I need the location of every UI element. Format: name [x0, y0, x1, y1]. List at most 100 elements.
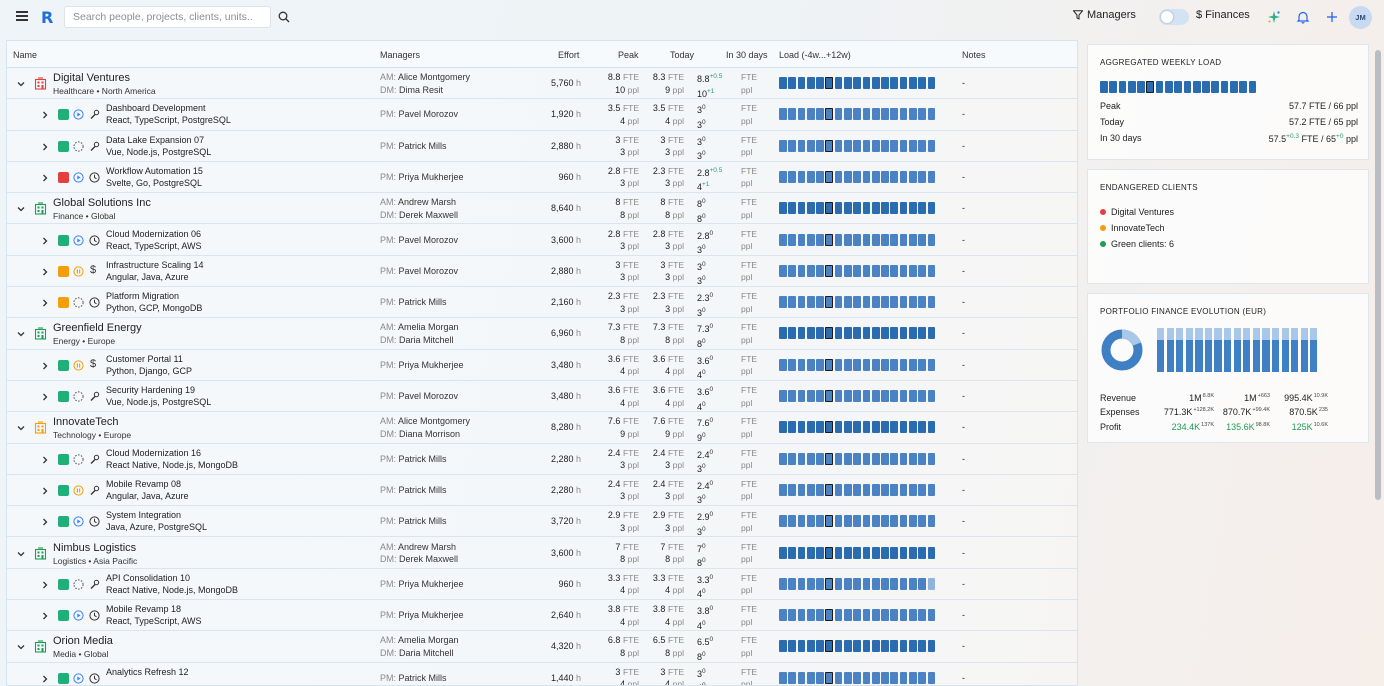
- load-bar[interactable]: [899, 421, 908, 434]
- load-bar[interactable]: [881, 77, 889, 89]
- app-logo[interactable]: R: [41, 8, 53, 27]
- finance-bar[interactable]: [1214, 328, 1222, 372]
- load-bar[interactable]: [853, 640, 861, 653]
- load-bar[interactable]: [918, 108, 926, 121]
- project-name[interactable]: Analytics Refresh 12: [106, 667, 189, 677]
- load-bar[interactable]: [918, 390, 926, 402]
- load-bar[interactable]: [918, 483, 926, 496]
- finance-bar[interactable]: [1243, 328, 1251, 372]
- load-bar[interactable]: [881, 452, 889, 465]
- col-effort[interactable]: Effort: [558, 50, 579, 60]
- load-bar[interactable]: [816, 296, 824, 309]
- load-bar[interactable]: [779, 264, 787, 277]
- load-bar[interactable]: [788, 421, 796, 434]
- load-bar[interactable]: [918, 546, 926, 559]
- load-bar[interactable]: [853, 577, 861, 590]
- load-bar[interactable]: [890, 421, 899, 434]
- load-bar[interactable]: [881, 640, 889, 653]
- load-bar[interactable]: [908, 390, 917, 402]
- notes-cell[interactable]: -: [962, 548, 965, 558]
- project-name[interactable]: API Consolidation 10: [106, 573, 190, 583]
- aggregated-load-bar[interactable]: [1202, 81, 1210, 93]
- load-bar[interactable]: [927, 358, 936, 371]
- load-bar[interactable]: [825, 77, 834, 89]
- load-bar[interactable]: [788, 483, 796, 496]
- load-bar[interactable]: [853, 139, 861, 152]
- load-bar[interactable]: [862, 77, 871, 89]
- chevron-right-icon[interactable]: [41, 518, 49, 526]
- load-bar[interactable]: [908, 452, 917, 465]
- project-row[interactable]: Data Lake Expansion 07 Vue, Node.js, Post…: [7, 131, 1077, 162]
- load-bar[interactable]: [927, 515, 936, 528]
- load-bar[interactable]: [797, 671, 806, 684]
- load-bar[interactable]: [843, 358, 852, 371]
- load-bar[interactable]: [899, 264, 908, 277]
- load-bar[interactable]: [862, 170, 871, 183]
- scrollbar[interactable]: [1374, 40, 1382, 686]
- load-bar[interactable]: [908, 264, 917, 277]
- load-bar[interactable]: [918, 202, 926, 215]
- finance-bar[interactable]: [1262, 328, 1270, 372]
- load-bar[interactable]: [890, 577, 899, 590]
- load-bar[interactable]: [779, 577, 787, 590]
- load-bar[interactable]: [816, 170, 824, 183]
- notes-cell[interactable]: -: [962, 391, 965, 401]
- load-bar[interactable]: [918, 421, 926, 434]
- load-bar[interactable]: [871, 139, 880, 152]
- load-bar[interactable]: [881, 546, 889, 559]
- load-bar[interactable]: [843, 170, 852, 183]
- load-bar[interactable]: [862, 452, 871, 465]
- load-bar[interactable]: [881, 515, 889, 528]
- load-bar[interactable]: [890, 483, 899, 496]
- load-bar[interactable]: [853, 671, 861, 684]
- load-bar[interactable]: [890, 139, 899, 152]
- load-bar[interactable]: [788, 108, 796, 121]
- notes-cell[interactable]: -: [962, 235, 965, 245]
- load-bar[interactable]: [918, 233, 926, 246]
- load-bar[interactable]: [843, 421, 852, 434]
- project-row[interactable]: $ Customer Portal 11 Python, Django, GCP PM…: [7, 350, 1077, 381]
- client-row[interactable]: Global Solutions Inc Finance • Global AM: …: [7, 193, 1077, 225]
- load-bar[interactable]: [927, 77, 936, 89]
- load-bar[interactable]: [927, 327, 936, 340]
- load-bar[interactable]: [806, 421, 815, 434]
- load-bar[interactable]: [862, 640, 871, 653]
- chevron-right-icon[interactable]: [41, 487, 49, 495]
- load-bar[interactable]: [779, 77, 787, 89]
- project-name[interactable]: Platform Migration: [106, 291, 179, 301]
- load-bar[interactable]: [834, 609, 843, 622]
- load-bar[interactable]: [908, 108, 917, 121]
- load-bar[interactable]: [816, 358, 824, 371]
- aggregated-load-bar[interactable]: [1155, 81, 1164, 93]
- load-bar[interactable]: [862, 108, 871, 121]
- load-bar[interactable]: [862, 483, 871, 496]
- finances-toggle[interactable]: [1159, 9, 1189, 25]
- load-bar[interactable]: [806, 577, 815, 590]
- load-bar[interactable]: [853, 358, 861, 371]
- project-row[interactable]: Dashboard Development React, TypeScript, …: [7, 99, 1077, 131]
- project-name[interactable]: Security Hardening 19: [106, 385, 195, 395]
- notes-cell[interactable]: -: [962, 422, 965, 432]
- load-bar[interactable]: [918, 609, 926, 622]
- load-bar[interactable]: [797, 108, 806, 121]
- load-bar[interactable]: [806, 233, 815, 246]
- client-name[interactable]: InnovateTech: [53, 416, 118, 428]
- endangered-item[interactable]: Green clients: 6: [1100, 236, 1174, 252]
- client-name[interactable]: Digital Ventures: [53, 72, 130, 84]
- chevron-down-icon[interactable]: [17, 80, 25, 88]
- load-bar[interactable]: [816, 108, 824, 121]
- load-bar[interactable]: [853, 296, 861, 309]
- load-bar[interactable]: [853, 390, 861, 402]
- load-bar[interactable]: [788, 77, 796, 89]
- load-bar[interactable]: [890, 264, 899, 277]
- load-bar[interactable]: [843, 609, 852, 622]
- load-bar[interactable]: [853, 546, 861, 559]
- load-bar[interactable]: [890, 108, 899, 121]
- load-bar[interactable]: [890, 640, 899, 653]
- load-bar[interactable]: [890, 452, 899, 465]
- scrollbar-thumb[interactable]: [1375, 50, 1381, 500]
- load-bar[interactable]: [825, 327, 834, 340]
- load-bar[interactable]: [779, 108, 787, 121]
- load-bar[interactable]: [825, 390, 834, 402]
- load-bar[interactable]: [806, 77, 815, 89]
